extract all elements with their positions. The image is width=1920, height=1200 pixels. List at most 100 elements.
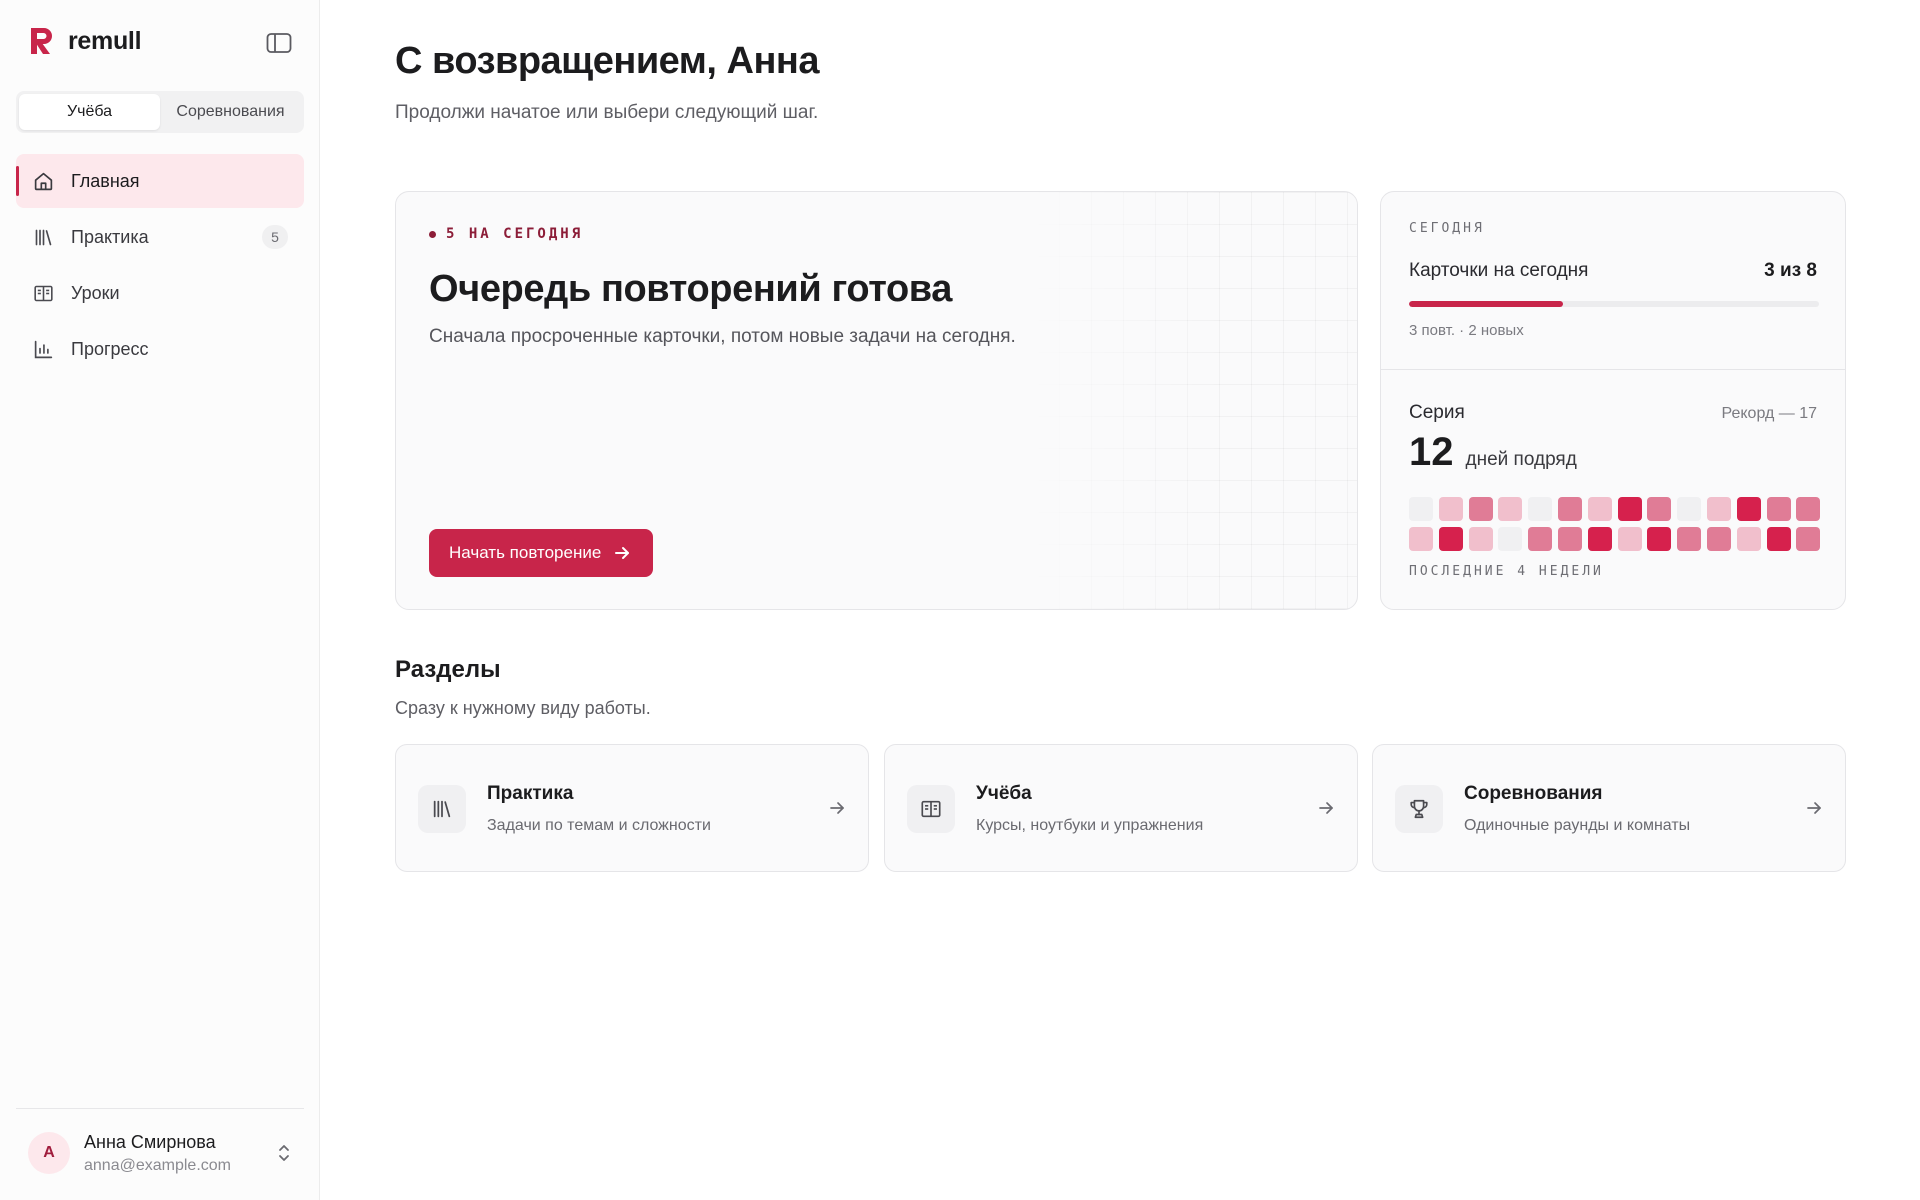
review-queue-subtitle: Сначала просроченные карточки, потом нов… [429,326,1016,347]
sidebar-item-label: Главная [71,170,140,191]
heatmap-cell [1677,497,1702,521]
today-card: СЕГОДНЯ Карточки на сегодня 3 из 8 3 пов… [1380,191,1846,610]
sidebar-item-practice[interactable]: Практика 5 [16,210,304,264]
section-card-competitions[interactable]: Соревнования Одиночные раунды и комнаты [1372,744,1846,872]
heatmap-cell [1647,497,1672,521]
divider [16,1108,304,1109]
user-menu[interactable]: А Анна Смирнова anna@example.com [16,1122,304,1184]
sidebar: remull Учёба Соревнования Главная Практи… [0,0,320,1200]
trophy-icon [1395,785,1443,833]
arrow-right-icon [830,802,844,814]
cards-progress-bar [1409,301,1819,307]
heatmap-cell [1438,527,1463,551]
sections-title: Разделы [395,656,501,683]
practice-count-badge: 5 [262,225,288,249]
heatmap-cell [1677,527,1702,551]
heatmap-cell [1557,527,1582,551]
heatmap-cell [1587,497,1612,521]
streak-record: Рекорд — 17 [1721,405,1818,422]
heatmap-cell [1706,497,1731,521]
heatmap-cell [1528,497,1553,521]
sidebar-toggle-icon [266,33,292,53]
section-card-study[interactable]: Учёба Курсы, ноутбуки и упражнения [884,744,1358,872]
page-subtitle: Продолжи начатое или выбери следующий ша… [395,102,819,123]
section-description: Курсы, ноутбуки и упражнения [976,817,1204,834]
cards-title: Карточки на сегодня [1409,260,1589,281]
review-count-eyebrow: 5 НА СЕГОДНЯ [429,226,583,242]
sidebar-toggle-button[interactable] [264,30,294,56]
book-open-icon [32,282,54,304]
cards-progress-fill [1409,301,1563,307]
streak-unit: дней подряд [1465,449,1577,470]
brand-name: remull [68,26,142,55]
heatmap-cell [1409,527,1433,551]
heatmap-cell [1557,497,1582,521]
start-review-button[interactable]: Начать повторение [429,529,654,577]
chevrons-up-down-icon [279,1145,289,1161]
heatmap-cell [1438,497,1463,521]
page-title: С возвращением, Анна [395,40,820,82]
sidebar-item-progress[interactable]: Прогресс [16,322,304,376]
streak-title: Серия [1409,402,1465,423]
streak-count: 12 [1409,430,1454,474]
heatmap-cell [1736,527,1761,551]
mode-tab-study[interactable]: Учёба [19,94,160,130]
review-queue-card: 5 НА СЕГОДНЯ Очередь повторений готова С… [395,191,1358,610]
heatmap-cell [1766,497,1791,521]
today-label: СЕГОДНЯ [1409,221,1485,236]
library-icon [32,226,54,248]
remull-logo-icon [31,28,52,54]
sidebar-item-label: Прогресс [71,338,149,359]
section-title: Учёба [976,783,1032,804]
heatmap-cell [1498,527,1523,551]
heatmap-caption: ПОСЛЕДНИЕ 4 НЕДЕЛИ [1409,564,1604,579]
heatmap-cell [1468,497,1493,521]
bar-chart-icon [32,338,54,360]
arrow-right-icon [615,547,630,559]
sidebar-nav: Главная Практика 5 Уроки Прогресс [16,154,304,378]
home-icon [32,170,54,192]
cards-meta: 3 повт. · 2 новых [1409,322,1524,339]
avatar: А [28,1132,70,1174]
sections-subtitle: Сразу к нужному виду работы. [395,698,651,718]
heatmap-cell [1766,527,1791,551]
book-open-icon [907,785,955,833]
heatmap-cell [1498,497,1523,521]
heatmap-cell [1587,527,1612,551]
heatmap-cell [1528,527,1553,551]
heatmap-cell [1647,527,1672,551]
start-review-label: Начать повторение [449,543,602,562]
section-card-practice[interactable]: Практика Задачи по темам и сложности [395,744,869,872]
sidebar-item-label: Практика [71,226,149,247]
heatmap-cell [1796,527,1821,551]
mode-switch: Учёба Соревнования [16,91,304,133]
activity-heatmap [1409,497,1821,551]
sidebar-item-label: Уроки [71,282,120,303]
dot-icon [429,230,436,238]
sidebar-item-home[interactable]: Главная [16,154,304,208]
brand[interactable]: remull [28,26,142,56]
sidebar-item-lessons[interactable]: Уроки [16,266,304,320]
today-cards-section: СЕГОДНЯ Карточки на сегодня 3 из 8 3 пов… [1381,192,1845,370]
user-email: anna@example.com [84,1156,231,1174]
section-description: Задачи по темам и сложности [487,817,711,834]
heatmap-cell [1736,497,1761,521]
review-queue-title: Очередь повторений готова [429,268,952,310]
user-name: Анна Смирнова [84,1131,216,1152]
mode-tab-competitions[interactable]: Соревнования [160,94,301,130]
section-title: Практика [487,783,574,804]
heatmap-cell [1617,527,1642,551]
heatmap-cell [1796,497,1821,521]
heatmap-cell [1706,527,1731,551]
section-title: Соревнования [1464,783,1603,804]
arrow-right-icon [1807,802,1821,814]
review-count-label: 5 НА СЕГОДНЯ [446,226,584,242]
arrow-right-icon [1319,802,1333,814]
library-icon [418,785,466,833]
heatmap-cell [1617,497,1642,521]
heatmap-cell [1409,497,1433,521]
grid-pattern [1027,192,1357,609]
cards-count: 3 из 8 [1764,260,1817,281]
heatmap-cell [1468,527,1493,551]
section-description: Одиночные раунды и комнаты [1464,817,1691,834]
